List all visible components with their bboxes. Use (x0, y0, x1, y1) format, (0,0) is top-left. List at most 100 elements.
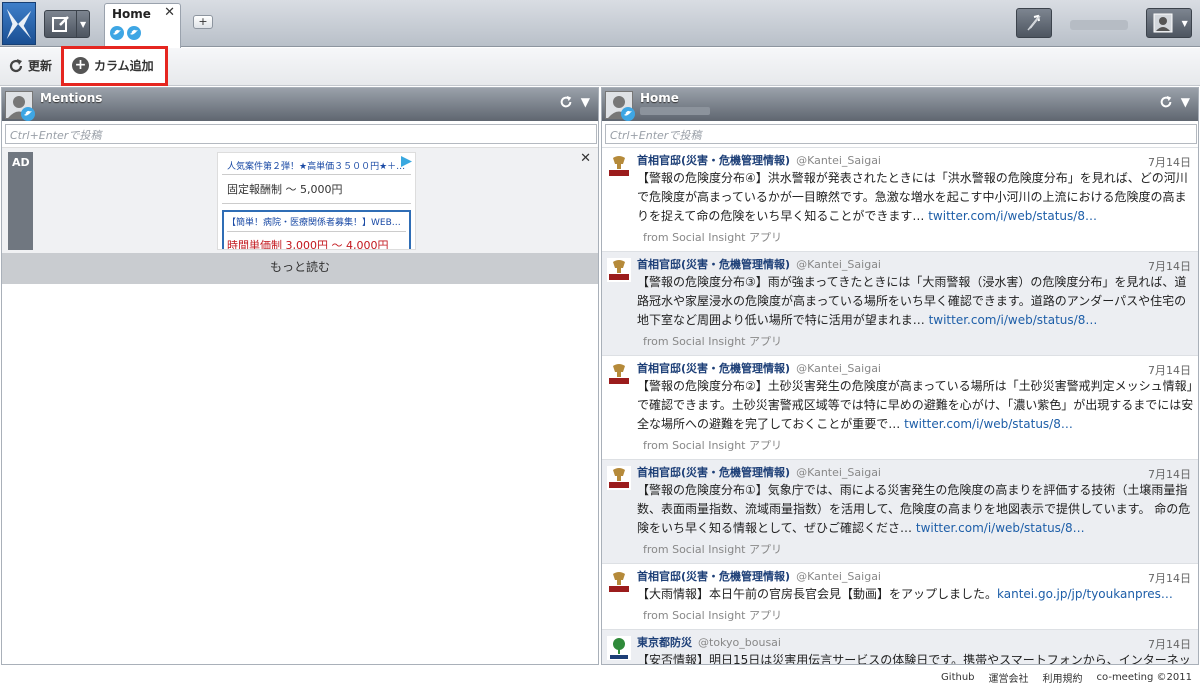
tweet-author-name[interactable]: 首相官邸(災害・危機管理情報) (637, 568, 790, 584)
chevron-down-icon[interactable]: ▼ (76, 11, 89, 37)
tweet-link[interactable]: kantei.go.jp/jp/tyoukanpres… (997, 587, 1173, 601)
compose-button[interactable]: ▼ (44, 10, 90, 38)
refresh-icon (9, 58, 23, 72)
account-name-redacted (640, 107, 710, 115)
tweet-date[interactable]: 7月14日 (1148, 466, 1191, 482)
avatar (5, 91, 35, 121)
tweet-author-name[interactable]: 首相官邸(災害・危機管理情報) (637, 464, 790, 480)
column-title: Mentions (40, 91, 103, 105)
tweet-link[interactable]: twitter.com/i/web/status/8… (928, 209, 1097, 223)
refresh-label: 更新 (28, 59, 53, 73)
twitter-bird-icon (621, 107, 635, 121)
tweet-screen-name[interactable]: @Kantei_Saigai (796, 362, 881, 375)
timeline: 首相官邸(災害・危機管理情報) @Kantei_Saigai 7月14日 【警報の危険… (602, 147, 1198, 665)
mute-icon (1027, 14, 1041, 31)
tweet-link[interactable]: twitter.com/i/web/status/8… (929, 313, 1098, 327)
tweet-source: from Social Insight アプリ (643, 231, 782, 244)
ad-badge: AD (8, 152, 33, 250)
ad-headline-2[interactable]: 【簡単！病院・医療関係者募集！】WEB… (227, 215, 406, 232)
username-redacted (1070, 20, 1128, 30)
app-logo-icon[interactable] (2, 2, 36, 45)
tweet-date[interactable]: 7月14日 (1148, 362, 1191, 378)
twitter-bird-icon (21, 107, 35, 121)
compose-icon (45, 11, 76, 37)
avatar (605, 91, 635, 121)
avatar[interactable] (607, 154, 631, 178)
tab-label: Home (112, 7, 151, 21)
footer-link-terms[interactable]: 利用規約 (1043, 670, 1083, 685)
tweet-author-name[interactable]: 首相官邸(災害・危機管理情報) (637, 256, 790, 272)
tweet-item[interactable]: 東京都防災 @tokyo_bousai 7月14日 【安否情報】明日15日は災害用伝言… (602, 629, 1198, 665)
tweet-item[interactable]: 首相官邸(災害・危機管理情報) @Kantei_Saigai 7月14日 【警報の危険… (602, 459, 1198, 563)
add-column-button[interactable]: + カラム追加 (72, 57, 154, 74)
tweet-date[interactable]: 7月14日 (1148, 154, 1191, 170)
tweet-author-name[interactable]: 首相官邸(災害・危機管理情報) (637, 360, 790, 376)
footer-link-github[interactable]: Github (941, 672, 974, 683)
column-menu-icon[interactable]: ▼ (581, 95, 590, 109)
close-ad-icon[interactable]: ✕ (580, 151, 591, 166)
column-title: Home (640, 91, 679, 105)
tweet-author-name[interactable]: 首相官邸(災害・危機管理情報) (637, 152, 790, 168)
tweet-source: from Social Insight アプリ (643, 439, 782, 452)
ad-text-2: 時間単価制 3,000円 〜 4,000円 (227, 239, 389, 250)
refresh-icon[interactable] (559, 95, 573, 109)
user-icon (1147, 9, 1178, 37)
ad-panel: AD ✕ 人気案件第２弾！★高単価３５００円★＋… 固定報酬制 〜 5,000円… (2, 147, 598, 253)
ad-secondary[interactable]: 【簡単！病院・医療関係者募集！】WEB… 時間単価制 3,000円 〜 4,00… (222, 210, 411, 250)
tweet-date[interactable]: 7月14日 (1148, 570, 1191, 586)
top-bar: ▼ Home ✕ + ▼ (0, 0, 1200, 48)
column-home: Home ▼ Ctrl+Enterで投稿 首相官邸(災害・危機管理情報) @Kan… (601, 87, 1199, 665)
refresh-button[interactable]: 更新 (8, 57, 52, 74)
tweet-source: from Social Insight アプリ (643, 609, 782, 622)
tweet-text: 【警報の危険度分布④】洪水警報が発表されたときには「洪水警報の危険度分布」を見れ… (637, 171, 1188, 223)
post-input[interactable]: Ctrl+Enterで投稿 (605, 124, 1197, 144)
tweet-date[interactable]: 7月14日 (1148, 636, 1191, 652)
tweet-screen-name[interactable]: @Kantei_Saigai (796, 570, 881, 583)
footer: Github 運営会社 利用規約 co-meeting ©2011 (0, 666, 1200, 689)
column-mentions: Mentions ▼ Ctrl+Enterで投稿 AD ✕ 人気案件第２弾！★高… (1, 87, 599, 665)
tweet-item[interactable]: 首相官邸(災害・危機管理情報) @Kantei_Saigai 7月14日 【警報の危険… (602, 147, 1198, 251)
tweet-link[interactable]: twitter.com/i/web/status/8… (916, 521, 1085, 535)
footer-link-company[interactable]: 運営会社 (989, 670, 1029, 685)
user-menu-button[interactable]: ▼ (1146, 8, 1192, 38)
mute-button[interactable] (1016, 8, 1052, 38)
tweet-item[interactable]: 首相官邸(災害・危機管理情報) @Kantei_Saigai 7月14日 【警報の危険… (602, 251, 1198, 355)
chevron-down-icon[interactable]: ▼ (1178, 9, 1191, 37)
avatar[interactable] (607, 636, 631, 660)
tweet-text: 【安否情報】明日15日は災害用伝言サービスの体験日です。携帯やスマートフォンから… (637, 653, 1191, 665)
close-tab-icon[interactable]: ✕ (164, 5, 175, 20)
tweet-screen-name[interactable]: @Kantei_Saigai (796, 466, 881, 479)
post-input[interactable]: Ctrl+Enterで投稿 (5, 124, 597, 144)
column-header: Mentions ▼ (2, 88, 598, 121)
tweet-text: 【大雨情報】本日午前の官房長官会見【動画】をアップしました。 (637, 587, 998, 601)
avatar[interactable] (607, 362, 631, 386)
toolbar: 更新 (0, 48, 1200, 128)
plus-circle-icon: + (72, 57, 89, 74)
add-tab-button[interactable]: + (193, 15, 213, 29)
ad-text: 固定報酬制 〜 5,000円 (222, 175, 411, 204)
tweet-screen-name[interactable]: @Kantei_Saigai (796, 154, 881, 167)
tab-home[interactable]: Home ✕ (104, 3, 181, 48)
tweet-text: 【警報の危険度分布③】雨が強まってきたときには「大雨警報（浸水害）の危険度分布」… (637, 275, 1187, 327)
tweet-link[interactable]: twitter.com/i/web/status/8… (904, 417, 1073, 431)
avatar[interactable] (607, 570, 631, 594)
copyright: co-meeting ©2011 (1096, 672, 1192, 683)
tweet-item[interactable]: 首相官邸(災害・危機管理情報) @Kantei_Saigai 7月14日【大雨情報】… (602, 563, 1198, 629)
read-more-button[interactable]: もっと読む (2, 253, 598, 284)
add-column-label: カラム追加 (94, 59, 154, 73)
avatar[interactable] (607, 466, 631, 490)
refresh-icon[interactable] (1159, 95, 1173, 109)
twitter-bird-icon (110, 26, 124, 40)
ad-content[interactable]: 人気案件第２弾！★高単価３５００円★＋… 固定報酬制 〜 5,000円 【簡単！… (217, 152, 416, 250)
tweet-text: 【警報の危険度分布①】気象庁では、雨による災害発生の危険度の高まりを評価する技術… (637, 483, 1191, 535)
ad-headline[interactable]: 人気案件第２弾！★高単価３５００円★＋… (222, 153, 411, 175)
tweet-screen-name[interactable]: @Kantei_Saigai (796, 258, 881, 271)
tweet-author-name[interactable]: 東京都防災 (637, 634, 692, 650)
tweet-date[interactable]: 7月14日 (1148, 258, 1191, 274)
avatar[interactable] (607, 258, 631, 282)
column-menu-icon[interactable]: ▼ (1181, 95, 1190, 109)
tweet-item[interactable]: 首相官邸(災害・危機管理情報) @Kantei_Saigai 7月14日 【警報の危険… (602, 355, 1198, 459)
tweet-screen-name[interactable]: @tokyo_bousai (698, 636, 781, 649)
tweet-source: from Social Insight アプリ (643, 543, 782, 556)
twitter-bird-icon (127, 26, 141, 40)
